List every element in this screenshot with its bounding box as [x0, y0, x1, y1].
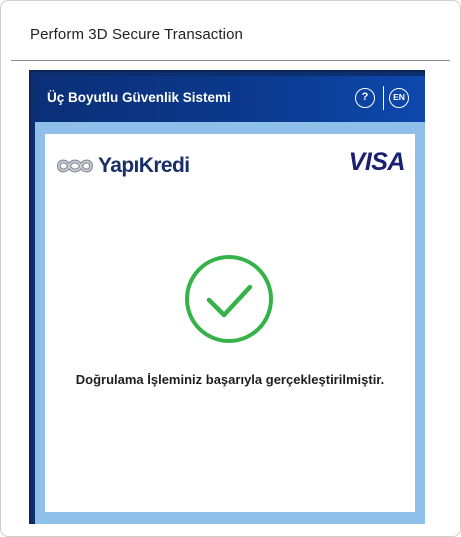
secure-header-title: Üç Boyutlu Güvenlik Sistemi [47, 90, 231, 105]
content-panel: YapıKredi VISA Doğrulama İşleminiz başar… [45, 134, 415, 512]
status-message: Doğrulama İşleminiz başarıyla gerçekleşt… [75, 372, 385, 387]
visa-logo: VISA [348, 148, 406, 176]
bank-logo: YapıKredi [55, 152, 190, 180]
help-button[interactable]: ? [355, 88, 375, 108]
check-circle-icon [185, 255, 273, 343]
bank-name: YapıKredi [98, 154, 190, 177]
secure-header: Üç Boyutlu Güvenlik Sistemi ? EN [35, 76, 425, 122]
dialog-title: Perform 3D Secure Transaction [30, 26, 243, 43]
yapikredi-logo-icon [56, 159, 94, 173]
language-button[interactable]: EN [389, 88, 409, 108]
title-divider [11, 60, 450, 61]
header-divider [383, 86, 384, 110]
